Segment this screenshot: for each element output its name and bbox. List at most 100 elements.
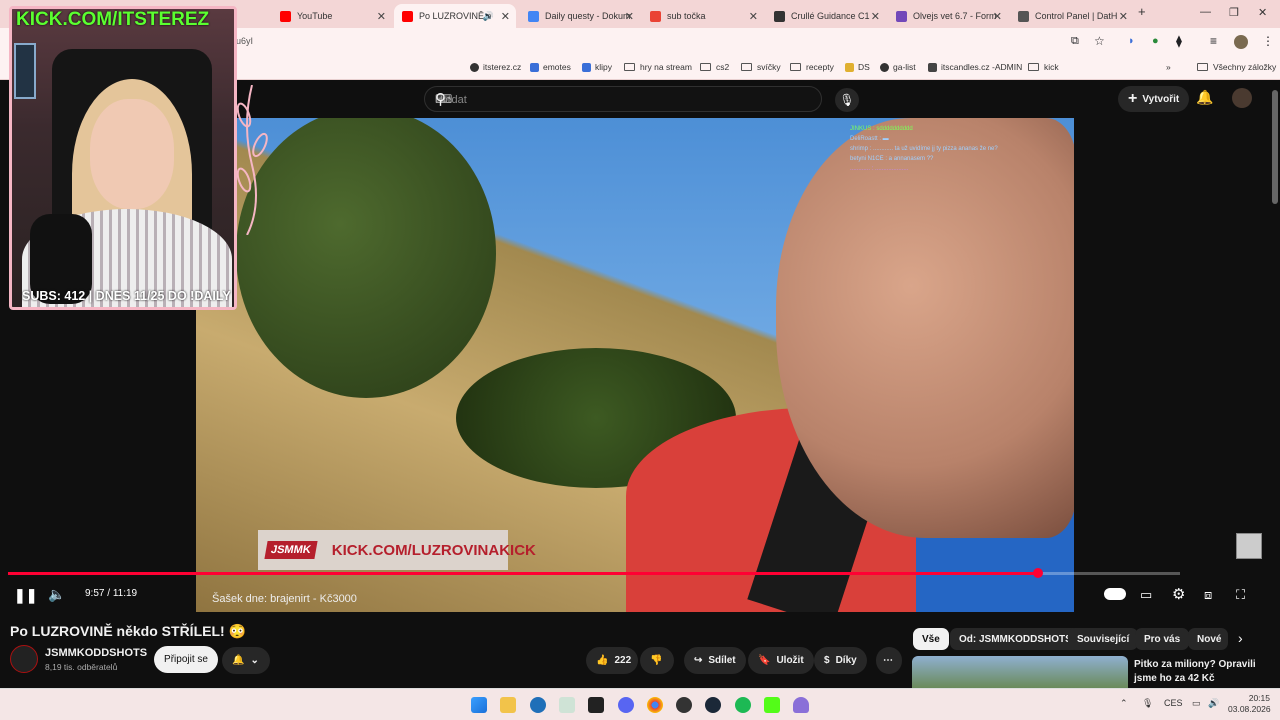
file-explorer-icon[interactable]: [500, 697, 516, 713]
close-icon[interactable]: ✕: [377, 10, 386, 23]
gear-icon[interactable]: ⚙: [1172, 585, 1185, 603]
bookmark-cs2[interactable]: cs2: [700, 62, 729, 72]
speaker-icon[interactable]: 🔊: [483, 11, 494, 22]
close-icon[interactable]: ✕: [749, 10, 758, 23]
tab-youtube[interactable]: YouTube ✕: [272, 4, 392, 28]
recommendation-title[interactable]: Pitko za miliony? Opravili jsme ho za 42 …: [1134, 658, 1256, 686]
language-indicator[interactable]: CES: [1164, 698, 1183, 708]
close-window-button[interactable]: ✕: [1258, 6, 1267, 19]
tab-olvejs[interactable]: Olvejs vet 6.7 - Form ✕: [888, 4, 1008, 28]
pause-icon[interactable]: ❚❚: [14, 587, 37, 604]
fullscreen-icon[interactable]: ⛶: [1236, 587, 1245, 603]
bell-icon: 🔔: [232, 655, 245, 666]
menu-icon[interactable]: ⋮: [1262, 34, 1274, 48]
all-bookmarks[interactable]: Všechny záložky: [1197, 62, 1276, 72]
mic-tray-icon[interactable]: 🎙: [1142, 698, 1153, 709]
install-icon[interactable]: ⧉: [1071, 35, 1079, 48]
more-bookmarks-icon[interactable]: »: [1166, 62, 1171, 72]
capcut-icon[interactable]: [588, 697, 604, 713]
recommendation-thumbnail[interactable]: [912, 656, 1128, 688]
channel-avatar[interactable]: [10, 645, 38, 673]
tab-control-panel[interactable]: Control Panel | DatH ✕: [1010, 4, 1134, 28]
spotify-icon[interactable]: [735, 697, 751, 713]
close-icon[interactable]: ✕: [501, 10, 510, 23]
channel-watermark[interactable]: [1236, 533, 1262, 559]
bookmark-itsterez[interactable]: itsterez.cz: [470, 62, 521, 72]
tab-crulle[interactable]: Crullé Guidance C1 ✕: [766, 4, 886, 28]
chip-from-channel[interactable]: Od: JSMMKODDSHOTS: [950, 628, 1081, 650]
profile-avatar[interactable]: [1234, 35, 1248, 49]
volume-icon[interactable]: 🔈: [48, 586, 65, 603]
chip-new[interactable]: Nové: [1188, 628, 1228, 650]
more-actions-button[interactable]: ⋯: [876, 647, 902, 674]
bell-icon[interactable]: 🔔: [1196, 89, 1213, 106]
extension-icon[interactable]: ◗: [1128, 35, 1135, 47]
windows-start-icon[interactable]: [471, 697, 487, 713]
bookmark-itscandles[interactable]: itscandles.cz -ADMIN: [928, 62, 1022, 72]
close-icon[interactable]: ✕: [871, 10, 880, 23]
bookmark-emotes[interactable]: emotes: [530, 62, 571, 72]
tab-sub-tocka[interactable]: sub točka ✕: [642, 4, 764, 28]
discord-icon[interactable]: [618, 697, 634, 713]
app-c-icon[interactable]: [530, 697, 546, 713]
search-icon[interactable]: ⚲: [435, 90, 809, 108]
search-input[interactable]: Hledat ⌨ ⚲: [424, 86, 822, 112]
video-player[interactable]: JINKUS : sdddddddddd DeliRoastt : ▬ shri…: [196, 118, 1074, 612]
share-button[interactable]: ↪ Sdílet: [684, 647, 746, 674]
ds-icon: [845, 62, 854, 72]
speaker-tray-icon[interactable]: 🔊: [1208, 698, 1219, 709]
mic-icon[interactable]: 🎙: [835, 88, 859, 112]
minimize-button[interactable]: —: [1200, 6, 1211, 18]
save-button[interactable]: 🔖 Uložit: [748, 647, 814, 674]
steam-icon[interactable]: [705, 697, 721, 713]
bookmark-klipy[interactable]: klipy: [582, 62, 612, 72]
bookmark-recepty[interactable]: recepty: [790, 62, 834, 72]
new-tab-button[interactable]: +: [1138, 4, 1146, 19]
close-icon[interactable]: ✕: [993, 10, 1002, 23]
bookmark-svicky[interactable]: svíčky: [741, 62, 781, 72]
close-icon[interactable]: ✕: [625, 10, 634, 23]
bookmark-hry-na-stream[interactable]: hry na stream: [624, 62, 692, 72]
create-button[interactable]: + Vytvořit: [1118, 86, 1190, 112]
puzzle-icon[interactable]: ⧫: [1176, 34, 1182, 48]
autoplay-toggle[interactable]: [1104, 588, 1126, 600]
bookmark-kick[interactable]: kick: [1028, 62, 1059, 72]
chevron-up-icon[interactable]: ⌃: [1120, 698, 1128, 709]
dislike-button[interactable]: 👎: [640, 647, 674, 674]
close-icon[interactable]: ✕: [1119, 10, 1128, 23]
obs-icon[interactable]: [676, 697, 692, 713]
chrome-icon[interactable]: [647, 697, 663, 713]
share-icon: ↪: [694, 655, 703, 666]
reading-list-icon[interactable]: ≡: [1210, 34, 1217, 48]
thanks-button[interactable]: $ Díky: [814, 647, 867, 674]
miniplayer-icon[interactable]: ⧈: [1204, 587, 1212, 603]
bookmark-ds[interactable]: DS: [845, 62, 870, 72]
chip-all[interactable]: Vše: [913, 628, 949, 650]
app-triangle-icon[interactable]: [793, 697, 809, 713]
display-icon[interactable]: ▭: [1192, 698, 1201, 709]
scrollbar[interactable]: [1272, 90, 1278, 204]
jsmmk-logo: JSMMK: [264, 541, 318, 559]
excel-icon[interactable]: [559, 697, 575, 713]
notification-bell-button[interactable]: 🔔 ⌄: [222, 647, 270, 674]
tab-video[interactable]: Po LUZROVINĚ n 🔊 ✕: [394, 4, 516, 28]
clock[interactable]: 20:15 03.08.2026: [1228, 693, 1271, 715]
progress-bar[interactable]: [8, 568, 1180, 578]
subtitles-icon[interactable]: ▭: [1140, 587, 1152, 603]
tab-daily-questy[interactable]: Daily questy - Dokum ✕: [520, 4, 640, 28]
like-button[interactable]: 👍 222: [586, 647, 638, 674]
url-text[interactable]: u6yI: [236, 36, 253, 46]
kick-icon[interactable]: [764, 697, 780, 713]
extension-icon-2[interactable]: ●: [1152, 35, 1159, 47]
avatar[interactable]: [1232, 88, 1252, 108]
globe-icon: [470, 62, 479, 72]
chip-related[interactable]: Související: [1068, 628, 1139, 650]
restore-button[interactable]: ❐: [1229, 6, 1239, 19]
stream-chat-overlay: JINKUS : sdddddddddd DeliRoastt : ▬ shri…: [850, 126, 998, 172]
star-icon[interactable]: ☆: [1094, 34, 1105, 48]
chevron-right-icon[interactable]: ›: [1238, 630, 1243, 646]
join-button[interactable]: Připojit se: [154, 646, 218, 673]
bookmark-ga-list[interactable]: ga-list: [880, 62, 916, 72]
channel-name[interactable]: JSMMKODDSHOTS: [45, 647, 147, 659]
chip-for-you[interactable]: Pro vás: [1135, 628, 1190, 650]
